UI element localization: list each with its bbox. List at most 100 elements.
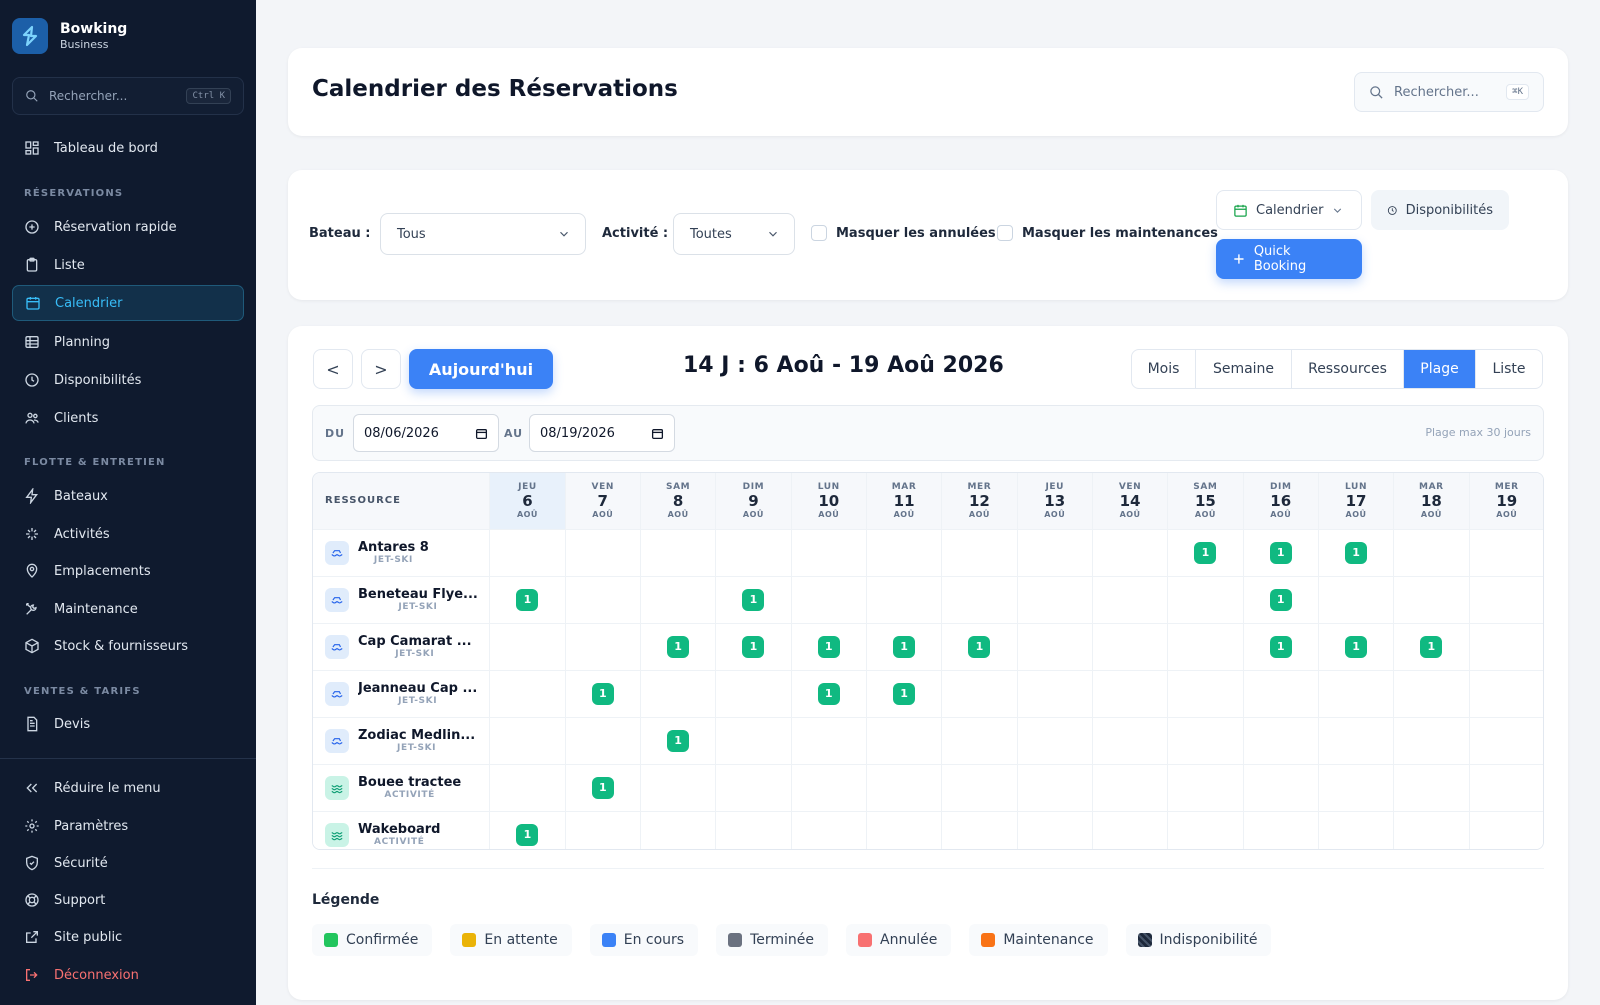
day-header[interactable]: DIM 16 AOÛ <box>1243 473 1319 530</box>
day-cell[interactable] <box>1167 717 1244 765</box>
day-cell[interactable] <box>791 717 867 765</box>
day-cell[interactable] <box>489 623 566 671</box>
day-cell[interactable] <box>565 623 641 671</box>
day-header[interactable]: MER 12 AOÛ <box>941 473 1018 530</box>
day-cell[interactable] <box>866 717 943 765</box>
tab-mois[interactable]: Mois <box>1132 350 1196 388</box>
day-cell[interactable]: 1 <box>1243 529 1319 577</box>
sidebar-item-planning[interactable]: Planning <box>12 324 244 360</box>
sidebar-item-site-public[interactable]: Site public <box>12 919 244 955</box>
day-cell[interactable] <box>715 811 792 849</box>
day-cell[interactable] <box>1243 717 1319 765</box>
tab-liste[interactable]: Liste <box>1476 350 1542 388</box>
day-header[interactable]: SAM 15 AOÛ <box>1167 473 1244 530</box>
date-to-input[interactable]: 08/19/2026 <box>529 414 675 452</box>
sidebar-item-deconnexion[interactable]: Déconnexion <box>12 957 244 993</box>
resource-cell[interactable]: Zodiac Medlin... JET-SKI <box>313 717 491 765</box>
sidebar-item-maintenance[interactable]: Maintenance <box>12 591 244 627</box>
day-header[interactable]: SAM 8 AOÛ <box>640 473 717 530</box>
reservation-count-badge[interactable]: 1 <box>893 635 916 658</box>
day-cell[interactable] <box>565 576 641 624</box>
quick-booking-button[interactable]: Quick Booking <box>1216 239 1362 279</box>
day-header[interactable]: VEN 14 AOÛ <box>1092 473 1169 530</box>
day-cell[interactable] <box>791 764 867 812</box>
day-header[interactable]: LUN 17 AOÛ <box>1318 473 1395 530</box>
day-cell[interactable] <box>791 576 867 624</box>
day-cell[interactable]: 1 <box>489 576 566 624</box>
reservation-count-badge[interactable]: 1 <box>968 635 991 658</box>
day-cell[interactable] <box>1092 529 1169 577</box>
day-cell[interactable] <box>941 529 1018 577</box>
day-cell[interactable] <box>1318 717 1395 765</box>
day-header[interactable]: JEU 13 AOÛ <box>1017 473 1093 530</box>
day-cell[interactable]: 1 <box>489 811 566 849</box>
day-cell[interactable] <box>1092 717 1169 765</box>
day-cell[interactable] <box>791 811 867 849</box>
sidebar-item-devis[interactable]: Devis <box>12 706 244 742</box>
sidebar-item-disponibilites[interactable]: Disponibilités <box>12 362 244 398</box>
day-cell[interactable]: 1 <box>715 623 792 671</box>
checkbox-box[interactable] <box>997 225 1013 241</box>
day-cell[interactable] <box>1017 670 1093 718</box>
day-cell[interactable] <box>1393 717 1470 765</box>
day-cell[interactable] <box>1092 576 1169 624</box>
day-cell[interactable] <box>1393 529 1470 577</box>
day-cell[interactable] <box>1243 670 1319 718</box>
day-cell[interactable]: 1 <box>866 670 943 718</box>
day-cell[interactable] <box>866 764 943 812</box>
sidebar-item-activites[interactable]: Activités <box>12 516 244 552</box>
tab-semaine[interactable]: Semaine <box>1196 350 1292 388</box>
resource-cell[interactable]: Cap Camarat ... JET-SKI <box>313 623 491 671</box>
day-cell[interactable] <box>1167 764 1244 812</box>
day-cell[interactable] <box>941 670 1018 718</box>
day-cell[interactable] <box>1017 717 1093 765</box>
reservation-count-badge[interactable]: 1 <box>1269 588 1292 611</box>
day-cell[interactable]: 1 <box>1243 576 1319 624</box>
day-cell[interactable] <box>1092 764 1169 812</box>
day-cell[interactable] <box>1017 623 1093 671</box>
day-cell[interactable] <box>1017 811 1093 849</box>
day-cell[interactable] <box>1469 529 1543 577</box>
day-cell[interactable]: 1 <box>791 670 867 718</box>
sidebar-item-tableau-de-bord[interactable]: Tableau de bord <box>12 130 244 166</box>
day-cell[interactable] <box>866 529 943 577</box>
day-cell[interactable] <box>1167 670 1244 718</box>
day-cell[interactable]: 1 <box>791 623 867 671</box>
day-header[interactable]: VEN 7 AOÛ <box>565 473 641 530</box>
resource-cell[interactable]: Wakeboard ACTIVITÉ <box>313 811 491 849</box>
activite-select[interactable]: Toutes <box>673 213 795 255</box>
day-cell[interactable] <box>1318 670 1395 718</box>
reservation-count-badge[interactable]: 1 <box>1420 635 1443 658</box>
day-cell[interactable] <box>1017 576 1093 624</box>
day-cell[interactable] <box>1092 623 1169 671</box>
resource-cell[interactable]: Beneteau Flye... JET-SKI <box>313 576 491 624</box>
day-cell[interactable] <box>941 811 1018 849</box>
day-cell[interactable] <box>791 529 867 577</box>
resource-cell[interactable]: Jeanneau Cap ... JET-SKI <box>313 670 491 718</box>
reservation-count-badge[interactable]: 1 <box>1194 541 1217 564</box>
reservation-count-badge[interactable]: 1 <box>1345 635 1368 658</box>
reservation-count-badge[interactable]: 1 <box>1269 635 1292 658</box>
day-cell[interactable] <box>640 529 717 577</box>
reservation-count-badge[interactable]: 1 <box>893 682 916 705</box>
day-cell[interactable] <box>1092 670 1169 718</box>
day-header[interactable]: MAR 18 AOÛ <box>1393 473 1470 530</box>
day-cell[interactable] <box>941 764 1018 812</box>
day-cell[interactable]: 1 <box>1243 623 1319 671</box>
day-header[interactable]: MER 19 AOÛ <box>1469 473 1543 530</box>
day-cell[interactable]: 1 <box>1167 529 1244 577</box>
day-cell[interactable] <box>1469 764 1543 812</box>
day-cell[interactable] <box>715 670 792 718</box>
header-search-input[interactable]: Rechercher... ⌘K <box>1354 72 1544 112</box>
reservation-count-badge[interactable]: 1 <box>817 682 840 705</box>
sidebar-item-emplacements[interactable]: Emplacements <box>12 553 244 589</box>
tab-plage[interactable]: Plage <box>1404 350 1476 388</box>
day-cell[interactable] <box>640 811 717 849</box>
reservation-count-badge[interactable]: 1 <box>591 682 614 705</box>
sidebar-item-calendrier[interactable]: Calendrier <box>12 285 244 321</box>
day-cell[interactable] <box>565 529 641 577</box>
sidebar-item-liste[interactable]: Liste <box>12 247 244 283</box>
sidebar-item-parametres[interactable]: Paramètres <box>12 808 244 844</box>
day-cell[interactable] <box>640 576 717 624</box>
prev-button[interactable]: < <box>313 349 353 389</box>
